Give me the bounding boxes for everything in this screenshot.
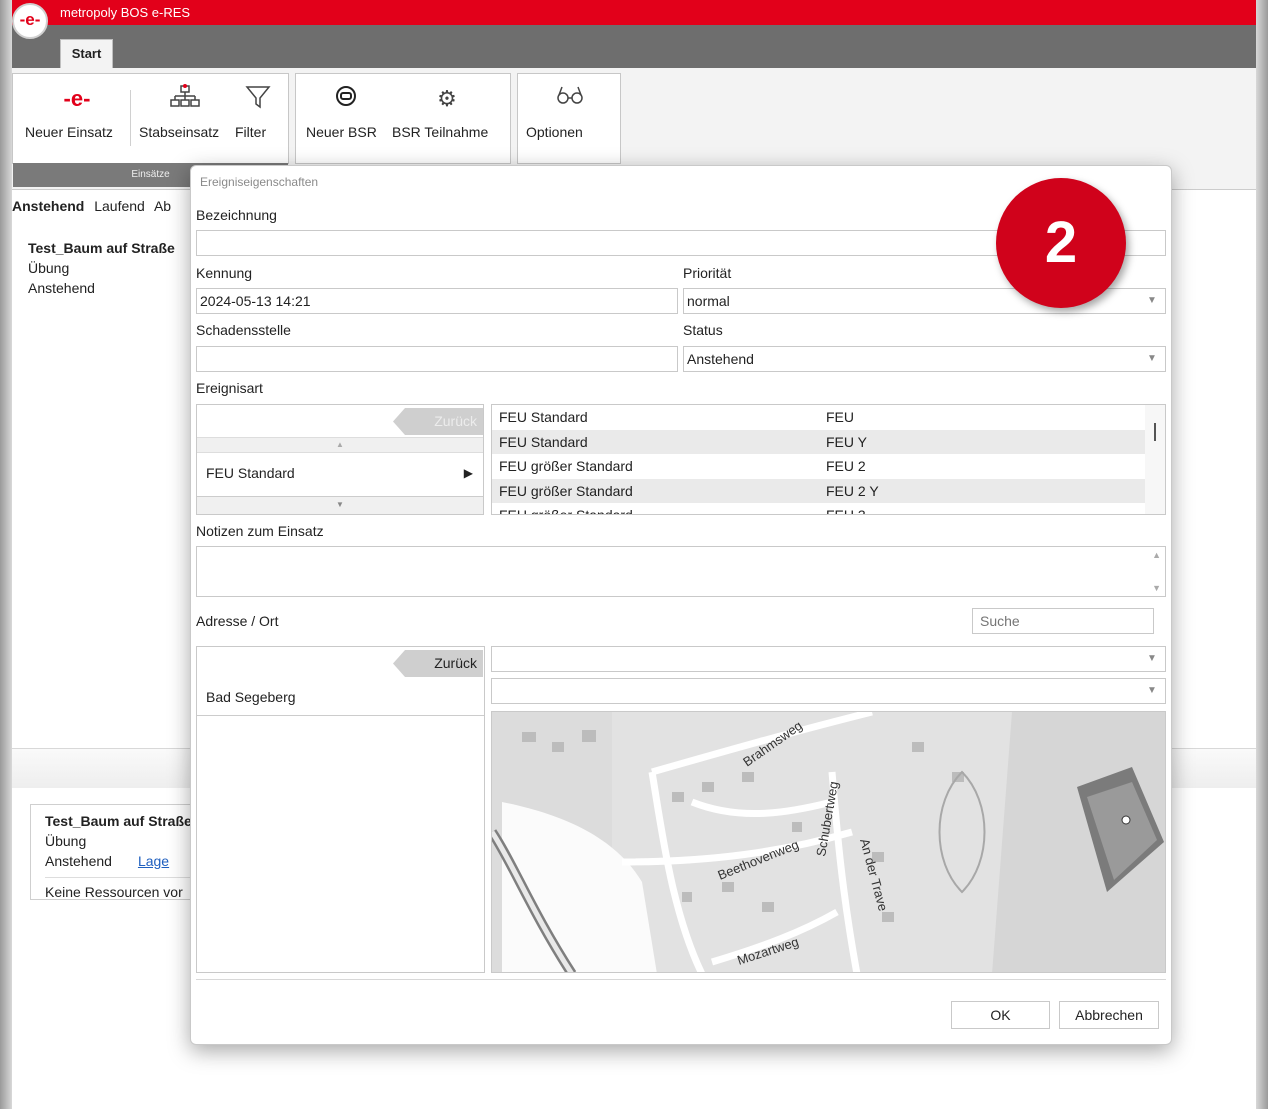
list-item[interactable]: FEU größer Standard FEU 3 (492, 503, 1146, 515)
ereignisart-category-label: FEU Standard (206, 465, 295, 481)
ereignis-name: FEU Standard (499, 409, 588, 425)
ereignis-code: FEU 2 Y (826, 482, 879, 499)
ereignis-code: FEU 2 (826, 458, 866, 474)
address-select-1[interactable]: ▼ (491, 646, 1166, 672)
kennung-label: Kennung (196, 265, 253, 281)
bsr-icon (306, 84, 386, 114)
chevron-down-icon[interactable]: ▼ (1139, 679, 1165, 703)
prioritaet-label: Priorität (683, 265, 732, 281)
status-select[interactable]: Anstehend ▼ (683, 346, 1166, 372)
notizen-textarea[interactable]: ▲ ▼ (196, 546, 1166, 597)
incident-list-item[interactable]: Test_Baum auf Straße Übung Anstehend (28, 238, 175, 298)
kennung-input[interactable]: 2024-05-13 14:21 (196, 288, 678, 314)
glasses-icon (526, 84, 614, 114)
ribbon-group-optionen: Optionen (517, 73, 621, 164)
ereignisart-label: Ereignisart (196, 380, 263, 396)
window-shadow-right (1256, 0, 1268, 1109)
zurueck-button[interactable]: Zurück (393, 650, 483, 677)
scroll-up-icon[interactable]: ▲ (1152, 550, 1161, 560)
gears-icon: ⚙ (437, 86, 457, 111)
step-number-badge: 2 (996, 178, 1126, 308)
incident-state-tabs: Anstehend Laufend Ab (12, 198, 177, 214)
incident-status: Anstehend (28, 280, 95, 296)
status-label: Status (683, 322, 723, 338)
card-status: Anstehend (45, 853, 112, 869)
tab-abgeschlossen[interactable]: Ab (154, 198, 171, 214)
stabseinsatz-button[interactable]: Stabseinsatz (139, 84, 231, 140)
app-logo-icon[interactable]: -e- (12, 3, 48, 39)
ereignis-code: FEU (826, 409, 854, 425)
tab-start[interactable]: Start (60, 39, 113, 68)
scrollbar-thumb[interactable] (1154, 423, 1156, 441)
list-item[interactable]: FEU Standard FEU (492, 405, 1146, 430)
schadensstelle-input[interactable] (196, 346, 678, 372)
neuer-einsatz-button[interactable]: -e- Neuer Einsatz (25, 84, 129, 140)
ereignis-name: FEU größer Standard (499, 507, 633, 515)
notizen-label: Notizen zum Einsatz (196, 523, 324, 539)
adresse-label: Adresse / Ort (196, 613, 279, 629)
ereignis-code: FEU Y (826, 433, 867, 450)
list-item[interactable]: FEU größer Standard FEU 2 Y (492, 478, 1146, 503)
map-view[interactable]: Brahmsweg Schubertweg Beethovenweg An de… (491, 711, 1166, 973)
ok-button[interactable]: OK (951, 1001, 1050, 1029)
window-shadow-left (0, 0, 12, 1109)
zurueck-button-disabled[interactable]: Zurück (393, 408, 483, 435)
optionen-button[interactable]: Optionen (526, 84, 614, 140)
ribbon-tab-bar: Start (12, 25, 1256, 68)
new-incident-icon: -e- (63, 86, 91, 111)
list-item[interactable]: FEU größer Standard FEU 2 (492, 454, 1146, 479)
scroll-up-icon[interactable]: ▲ (197, 437, 483, 453)
filter-button[interactable]: Filter (235, 84, 281, 140)
ereignis-name: FEU Standard (499, 433, 588, 450)
ereignis-name: FEU größer Standard (499, 458, 633, 474)
chevron-right-icon: ▶ (463, 466, 473, 480)
bezeichnung-label: Bezeichnung (196, 207, 277, 223)
incident-type: Übung (28, 260, 70, 276)
lage-link[interactable]: Lage (138, 853, 169, 869)
tab-anstehend[interactable]: Anstehend (12, 198, 84, 214)
scroll-down-icon[interactable]: ▼ (197, 496, 483, 514)
ribbon-separator (130, 90, 131, 146)
filter-icon (235, 84, 281, 114)
bsr-teilnahme-button[interactable]: ⚙ BSR Teilnahme (392, 84, 502, 140)
app-title: metropoly BOS e-RES (60, 5, 191, 20)
ribbon-group-einsaetze: -e- Neuer Einsatz Stabseinsatz Filter Ei… (12, 73, 289, 187)
ereignis-name: FEU größer Standard (499, 482, 633, 499)
title-bar: metropoly BOS e-RES (12, 0, 1256, 25)
chevron-down-icon[interactable]: ▼ (1139, 347, 1165, 371)
ort-navigator: Zurück Bad Segeberg (196, 646, 485, 973)
list-item[interactable]: FEU Standard FEU Y (492, 429, 1146, 454)
neuer-bsr-button[interactable]: Neuer BSR (306, 84, 386, 140)
chevron-down-icon[interactable]: ▼ (1139, 647, 1165, 671)
ereignis-code: FEU 3 (826, 507, 866, 515)
prioritaet-value: normal (687, 293, 730, 309)
tab-laufend[interactable]: Laufend (94, 198, 145, 214)
search-input[interactable] (972, 608, 1154, 634)
dialog-title: Ereigniseigenschaften (200, 175, 319, 189)
org-chart-icon (139, 84, 231, 114)
address-select-2[interactable]: ▼ (491, 678, 1166, 704)
ribbon-group-bsr: Neuer BSR ⚙ BSR Teilnahme (295, 73, 511, 164)
chevron-down-icon[interactable]: ▼ (1139, 289, 1165, 313)
incident-title: Test_Baum auf Straße (28, 240, 175, 256)
abbrechen-button[interactable]: Abbrechen (1059, 1001, 1159, 1029)
ereignisart-category[interactable]: FEU Standard ▶ (197, 455, 483, 491)
ereignisart-list: FEU Standard FEU FEU Standard FEU Y FEU gr… (491, 404, 1166, 515)
dialog-footer-divider (196, 979, 1166, 980)
schadensstelle-label: Schadensstelle (196, 322, 291, 338)
ereignisart-navigator: Zurück ▲ FEU Standard ▶ ▼ (196, 404, 484, 515)
list-scrollbar[interactable] (1145, 405, 1165, 514)
scroll-down-icon[interactable]: ▼ (1152, 583, 1161, 593)
status-value: Anstehend (687, 351, 754, 367)
ort-list-item[interactable]: Bad Segeberg (197, 679, 484, 716)
